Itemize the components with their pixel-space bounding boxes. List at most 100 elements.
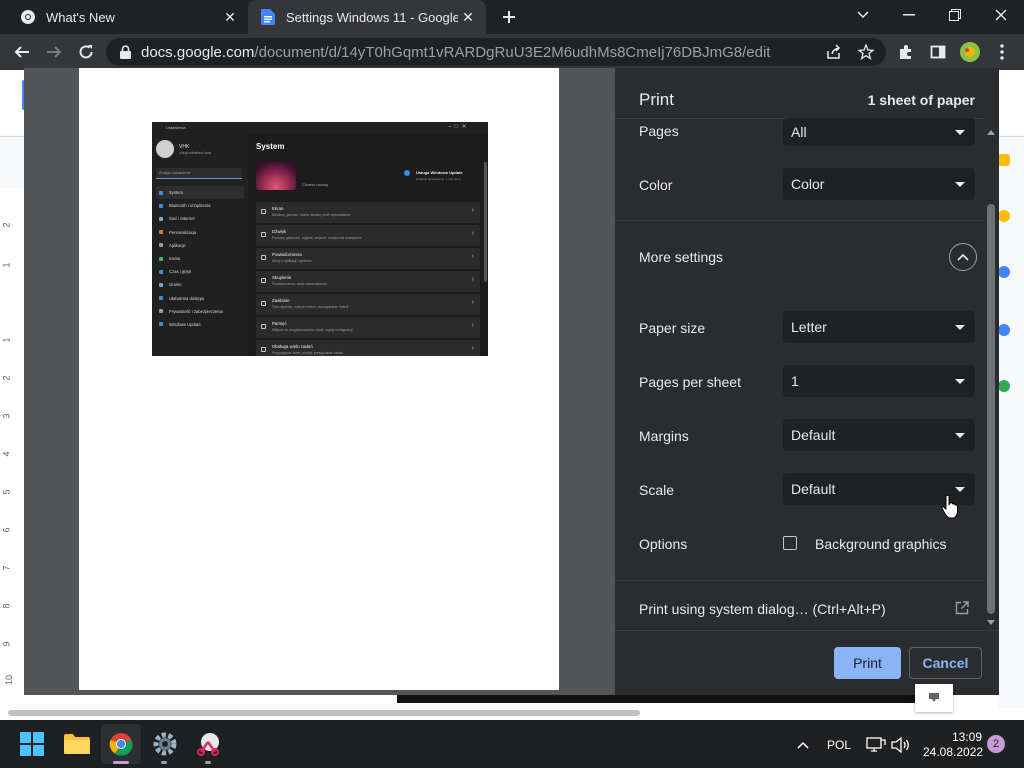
thumb-row-title: Powiadomienia <box>272 252 302 257</box>
restore-icon[interactable] <box>932 0 978 30</box>
thumb-nav-icon <box>159 309 163 314</box>
tab-search-icon[interactable] <box>840 0 886 30</box>
clock-date[interactable]: 24.08.2022 <box>923 745 983 759</box>
settings-taskbar-icon[interactable] <box>145 724 185 764</box>
color-select[interactable]: Color <box>783 168 975 200</box>
thumb-nav-item: Konta <box>156 252 244 265</box>
tab-settings-doc[interactable]: Settings Windows 11 - Google D ✕ <box>248 0 486 34</box>
cancel-button[interactable]: Cancel <box>909 647 982 679</box>
scrollbar-thumb[interactable] <box>987 204 995 614</box>
thumb-nav-label: Aplikacje <box>169 242 186 248</box>
print-button[interactable]: Print <box>834 647 901 679</box>
ruler-number: 10 <box>4 674 15 686</box>
file-explorer-icon[interactable] <box>57 724 97 764</box>
keep-icon[interactable] <box>998 154 1010 166</box>
more-settings-toggle[interactable] <box>949 243 977 271</box>
ruler-number: 1 <box>1 337 12 343</box>
preview-screenshot-image: Ustawienia – □ ✕ VHK vhk@onlinetest.loca… <box>152 122 488 356</box>
snipping-tool-icon[interactable] <box>189 724 229 764</box>
thumb-settings-row: Zasilanie Tryb uśpienia, zużycie baterii,… <box>256 294 480 315</box>
chevron-up-icon[interactable] <box>794 736 812 754</box>
thumb-update-sub: Ostatnio sprawdzono: 1 min temu <box>416 177 461 181</box>
tab-whats-new[interactable]: What's New ✕ <box>8 0 248 34</box>
pages-per-sheet-label: Pages per sheet <box>639 374 741 390</box>
open-in-new-icon[interactable] <box>955 601 969 615</box>
options-label: Options <box>639 536 688 552</box>
scroll-down-icon[interactable] <box>986 617 996 627</box>
chevron-right-icon: › <box>471 299 474 306</box>
forward-icon[interactable] <box>42 40 66 64</box>
scale-value: Default <box>791 481 836 497</box>
thumb-row-title: Dźwięk <box>272 229 287 234</box>
thumb-nav-label: System <box>169 190 183 196</box>
profile-avatar[interactable] <box>958 40 982 64</box>
thumb-row-title: Ekran <box>272 206 284 211</box>
chrome-taskbar-icon[interactable] <box>101 724 141 764</box>
address-bar[interactable]: docs.google.com/document/d/14yT0hGqmt1vR… <box>106 38 886 66</box>
windows-start-icon[interactable] <box>12 724 52 764</box>
thumb-nav-item: Windows Update <box>156 318 244 331</box>
system-dialog-link[interactable]: Print using system dialog… (Ctrl+Alt+P) <box>639 601 886 617</box>
thumb-nav-icon <box>159 282 163 287</box>
thumb-row-sub: Tryb uśpienia, zużycie baterii, oszczędz… <box>272 305 349 309</box>
thumb-row-icon <box>261 209 266 214</box>
contacts-icon[interactable] <box>998 266 1010 278</box>
new-tab-icon[interactable] <box>497 5 521 29</box>
minimize-icon[interactable] <box>886 0 932 30</box>
thumb-row-icon <box>261 301 266 306</box>
ruler-number: 7 <box>1 565 12 571</box>
lock-icon[interactable] <box>120 45 131 59</box>
thumb-window-title: Ustawienia <box>166 125 186 130</box>
notification-badge[interactable]: 2 <box>987 735 1005 753</box>
thumb-nav-label: Ułatwienia dostępu <box>169 295 205 301</box>
maps-icon[interactable] <box>998 324 1010 336</box>
horizontal-scroll-thumb[interactable] <box>8 710 640 716</box>
paper-size-select[interactable]: Letter <box>783 311 975 343</box>
side-panel-icon[interactable] <box>926 40 950 64</box>
thumb-row-sub: Powiadomienia, sesje automatyczne <box>272 282 327 286</box>
chevron-right-icon: › <box>471 230 474 237</box>
thumb-row-sub: Poziomy głośności, wyjście, wejście, urz… <box>272 236 362 240</box>
docs-vertical-ruler: 2 1 1 2 3 4 5 6 7 8 9 10 <box>0 70 26 710</box>
background-graphics-checkbox[interactable] <box>783 536 797 550</box>
clock-time[interactable]: 13:09 <box>952 730 982 744</box>
chrome-active-indicator <box>113 761 129 764</box>
tasks-icon[interactable] <box>998 210 1010 222</box>
pages-select[interactable]: All <box>783 118 975 146</box>
explore-button[interactable] <box>915 684 953 712</box>
thumb-row-sub: Przyciąganie okien, pulpity, przełączani… <box>272 351 343 355</box>
close-icon[interactable]: ✕ <box>458 7 478 27</box>
color-label: Color <box>639 177 673 193</box>
margins-label: Margins <box>639 428 689 444</box>
tab-title: What's New <box>46 9 115 25</box>
volume-icon[interactable] <box>891 736 911 754</box>
ruler-number: 3 <box>1 413 12 419</box>
scale-label: Scale <box>639 482 675 498</box>
thumb-nav-item: Sieć i Internet <box>156 212 244 225</box>
pages-per-sheet-select[interactable]: 1 <box>783 365 975 397</box>
thumb-settings-list: Ekran Monitory, jasność, nocne światło, p… <box>256 202 480 356</box>
ruler-number: 4 <box>1 451 12 457</box>
reload-icon[interactable] <box>74 40 98 64</box>
network-icon[interactable] <box>866 736 886 754</box>
menu-icon[interactable] <box>990 40 1014 64</box>
share-icon[interactable] <box>822 40 846 64</box>
scroll-up-icon[interactable] <box>986 127 996 137</box>
extensions-icon[interactable] <box>894 40 918 64</box>
thumb-device-name: Chcesz nazwę <box>302 182 329 187</box>
footer-divider <box>615 630 999 631</box>
thumb-nav-label: Sieć i Internet <box>169 216 195 222</box>
more-settings-label[interactable]: More settings <box>639 249 723 265</box>
background-graphics-label[interactable]: Background graphics <box>815 536 947 552</box>
close-icon[interactable]: ✕ <box>220 7 240 27</box>
bookmark-star-icon[interactable] <box>854 40 878 64</box>
chevron-down-icon <box>955 486 965 492</box>
back-icon[interactable] <box>10 40 34 64</box>
calendar-icon[interactable] <box>998 380 1010 392</box>
margins-select[interactable]: Default <box>783 419 975 451</box>
url-text: docs.google.com/document/d/14yT0hGqmt1vR… <box>141 43 771 61</box>
chevron-down-icon <box>955 378 965 384</box>
language-indicator[interactable]: POL <box>827 738 851 752</box>
close-window-icon[interactable] <box>978 0 1024 30</box>
ruler-number: 2 <box>1 375 12 381</box>
